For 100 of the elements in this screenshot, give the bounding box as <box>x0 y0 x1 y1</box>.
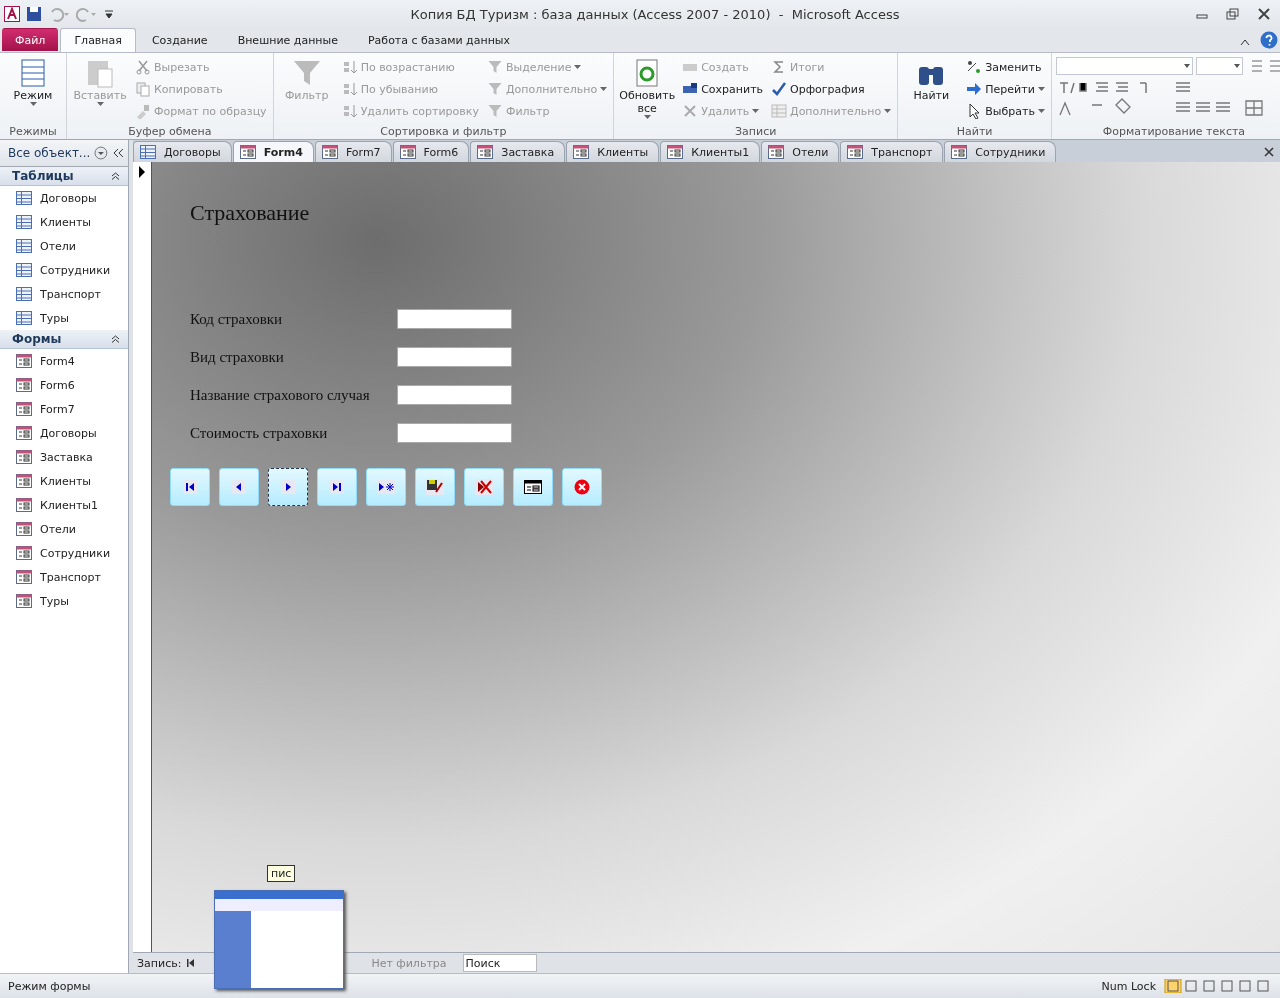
close-icon[interactable] <box>1258 8 1270 20</box>
search-field[interactable]: Поиск <box>462 954 537 972</box>
save-icon <box>426 479 444 495</box>
form-icon <box>951 145 968 159</box>
table-icon <box>140 145 156 159</box>
form-icon <box>239 145 256 159</box>
nav-item[interactable]: Form7 <box>0 397 128 421</box>
collapse-pane-icon[interactable] <box>112 148 124 158</box>
replace-icon <box>966 59 983 75</box>
ribbon-tab[interactable]: Работа с базами данных <box>354 28 525 52</box>
ribbon-button[interactable]: Орфография <box>769 79 894 99</box>
form-icon <box>16 546 32 560</box>
form-icon <box>847 145 864 159</box>
dropdown-caret-icon <box>96 102 104 106</box>
form-icon <box>16 402 32 416</box>
nav-item[interactable]: Отели <box>0 517 128 541</box>
spelling-check-icon <box>771 81 788 97</box>
input-field[interactable] <box>397 309 512 329</box>
restore-icon[interactable] <box>1226 8 1240 20</box>
collapse-chevron-icon[interactable] <box>111 335 120 343</box>
field-label: Код страховки <box>190 310 284 328</box>
dropdown-caret-icon <box>643 115 651 119</box>
document-tab[interactable]: Сотрудники <box>944 141 1057 162</box>
document-tab[interactable]: Транспорт <box>840 141 944 162</box>
document-tab[interactable]: Клиенты <box>566 141 660 162</box>
dropdown-circle-icon[interactable] <box>94 146 109 160</box>
ribbon-button[interactable]: Обновить все <box>618 55 677 125</box>
customize-toolbar-icon[interactable] <box>104 8 114 20</box>
nav-item[interactable]: Клиенты <box>0 210 128 234</box>
help-icon[interactable] <box>1260 31 1278 49</box>
ribbon-tab[interactable]: Внешние данные <box>223 28 352 52</box>
scissors-icon <box>135 59 151 75</box>
ribbon-button[interactable]: Выбрать <box>964 101 1047 121</box>
nav-item[interactable]: Клиенты1 <box>0 493 128 517</box>
save-icon[interactable] <box>26 6 42 22</box>
previous-record-icon <box>232 480 246 494</box>
nav-item[interactable]: Туры <box>0 306 128 330</box>
table-icon <box>16 191 32 205</box>
form-icon <box>16 426 32 440</box>
nav-item[interactable]: Клиенты <box>0 469 128 493</box>
document-tab[interactable]: Договоры <box>133 141 232 162</box>
form-icon <box>768 145 785 159</box>
dropdown-caret-icon <box>1037 109 1045 113</box>
document-tab[interactable]: Form7 <box>314 141 392 162</box>
filter-status: Нет фильтра <box>371 956 447 970</box>
ribbon-tab[interactable]: Создание <box>137 28 222 52</box>
dropdown-caret-icon <box>600 87 608 91</box>
input-field[interactable] <box>397 385 512 405</box>
form-icon <box>16 594 32 608</box>
nav-item[interactable]: Транспорт <box>0 282 128 306</box>
ribbon-tab[interactable]: Главная <box>60 28 136 52</box>
first-record-icon <box>183 480 197 494</box>
ribbon-group-label: Режимы <box>8 125 58 139</box>
ribbon-group-label: Буфер обмена <box>127 125 213 139</box>
collapse-chevron-icon[interactable] <box>111 172 120 180</box>
document-tab[interactable]: Заставка <box>470 141 566 162</box>
field-label: Название страхового случая <box>190 386 371 404</box>
collapse-ribbon-icon[interactable] <box>1240 38 1250 46</box>
form-title: Страхование <box>190 200 311 226</box>
nav-item[interactable]: Отели <box>0 234 128 258</box>
ribbon-button[interactable]: Заменить <box>964 57 1047 77</box>
input-field[interactable] <box>397 347 512 367</box>
table-icon <box>16 239 32 253</box>
file-menu-tab[interactable]: Файл <box>2 28 59 51</box>
nav-item[interactable]: Договоры <box>0 421 128 445</box>
close-icon <box>574 479 590 495</box>
ribbon-button[interactable]: Сохранить <box>680 79 766 99</box>
sort-icon <box>341 59 358 75</box>
window-title: Копия БД Туризм : база данных (Access 2007 - 2010) - Microsoft Access <box>409 6 901 22</box>
delete-icon <box>682 103 699 119</box>
ribbon-button[interactable]: Перейти <box>964 79 1047 99</box>
table-icon <box>16 311 32 325</box>
nav-item[interactable]: Сотрудники <box>0 258 128 282</box>
document-tab[interactable]: Form6 <box>392 141 470 162</box>
nav-item[interactable]: Form4 <box>0 349 128 373</box>
nav-item[interactable]: Договоры <box>0 186 128 210</box>
input-field[interactable] <box>397 423 512 443</box>
nav-item[interactable]: Form6 <box>0 373 128 397</box>
navigation-button[interactable] <box>268 468 308 506</box>
ribbon-button[interactable]: Режим <box>4 55 62 125</box>
form-icon <box>667 145 684 159</box>
nav-item[interactable]: Туры <box>0 589 128 613</box>
num-lock-indicator: Num Lock <box>1101 979 1156 993</box>
nav-item[interactable]: Заставка <box>0 445 128 469</box>
close-icon[interactable] <box>1264 147 1274 157</box>
form-icon <box>16 450 32 464</box>
form-icon <box>16 474 32 488</box>
first-record-icon[interactable] <box>187 959 196 967</box>
delete-record-icon <box>475 479 493 495</box>
nav-item[interactable]: Транспорт <box>0 565 128 589</box>
document-tab[interactable]: Отели <box>761 141 840 162</box>
new-record-icon <box>377 480 395 494</box>
ribbon-button[interactable]: Найти <box>902 55 961 125</box>
document-tab[interactable]: Клиенты1 <box>660 141 761 162</box>
view-switcher-icon[interactable] <box>1164 979 1272 993</box>
next-record-icon <box>281 480 295 494</box>
ribbon-group-label: Сортировка и фильтр <box>379 125 508 139</box>
nav-item[interactable]: Сотрудники <box>0 541 128 565</box>
document-tab[interactable]: Form4 <box>232 141 314 162</box>
form-icon <box>321 145 338 159</box>
